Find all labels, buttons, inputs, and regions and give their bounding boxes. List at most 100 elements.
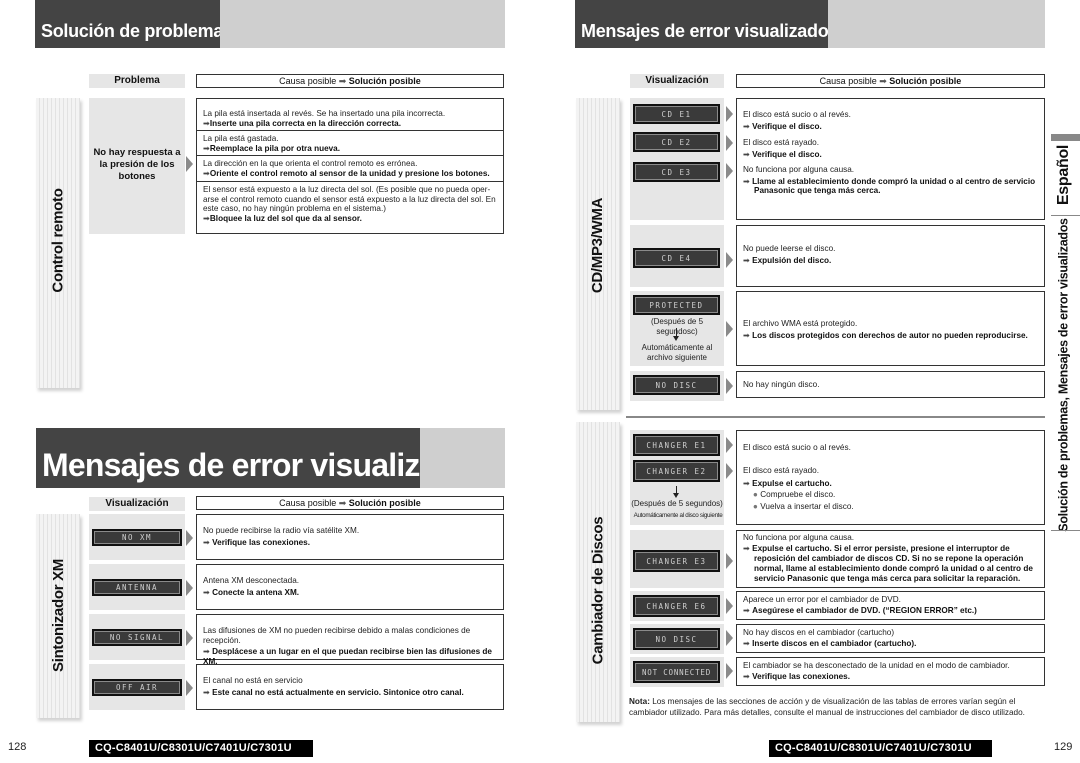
lcd-display: CD E4: [633, 248, 720, 268]
xm-row-text: Antena XM desconectada. ➡ Conecte la ant…: [203, 576, 300, 597]
xm-row-text: Las difusiones de XM no pueden recibirse…: [203, 626, 492, 666]
changer-row-box: Aparece un error por el cambiador de DVD…: [736, 591, 1045, 620]
margin-divider: [1051, 530, 1080, 531]
cd-row-text: No hay ningún disco.: [743, 380, 820, 389]
header-cause-solution: Causa posible ➡ Solución posible: [196, 496, 504, 510]
lcd-display: NO DISC: [633, 628, 720, 650]
arrow-icon: ➡: [203, 213, 210, 223]
arrow-icon: ➡: [743, 255, 753, 265]
model-footer-right: CQ-C8401U/C8301U/C7401U/C7301U: [769, 740, 992, 757]
pointer-icon: [186, 580, 193, 596]
remote-row: El sensor está expuesto a la luz directa…: [197, 181, 503, 223]
lcd-display: CHANGER E6: [633, 595, 720, 617]
lcd-display: CHANGER E1: [633, 434, 720, 456]
changer-row-text: El cambiador se ha desconectado de la un…: [743, 661, 1010, 681]
arrow-icon: ➡: [203, 168, 210, 178]
arrow-icon: ➡: [203, 587, 213, 597]
arrow-icon: ➡: [879, 76, 887, 86]
pointer-icon: [726, 135, 733, 151]
after-5-seconds-note: (Después de 5 segundosc): [650, 317, 704, 336]
remote-row: La pila está insertada al revés. Se ha i…: [203, 109, 446, 128]
side-label-cd-mp3-wma: CD/MP3/WMA: [589, 197, 607, 293]
xm-row-text: El canal no está en servicio ➡ Este cana…: [203, 676, 464, 697]
changer-row-text: No hay discos en el cambiador (cartucho)…: [743, 628, 917, 648]
side-label-sintonizador-xm: Sintonizador XM: [49, 558, 67, 672]
pointer-icon: [726, 106, 733, 122]
lcd-display: CD E3: [633, 162, 720, 182]
pointer-icon: [726, 163, 733, 179]
after-5-seconds-note: (Después de 5 segundos): [631, 499, 723, 508]
arrow-icon: ➡: [743, 149, 753, 159]
model-footer-left: CQ-C8401U/C8301U/C7401U/C7301U: [89, 740, 313, 757]
pointer-icon: [726, 252, 733, 268]
title-bar-filler: [420, 428, 505, 488]
arrow-icon: ➡: [338, 76, 347, 86]
xm-row-box: Las difusiones de XM no pueden recibirse…: [196, 614, 504, 666]
note-label: Nota:: [629, 697, 650, 706]
arrow-icon: ➡: [743, 330, 753, 340]
auto-next-disc-note: Automáticamente al disco siguiente: [633, 512, 723, 519]
lcd-display: NO SIGNAL: [92, 629, 182, 646]
remote-row: La pila está gastada. ➡Reemplace la pila…: [197, 130, 503, 153]
pointer-icon: [726, 553, 733, 569]
header-display: Visualización: [89, 497, 185, 511]
pointer-icon: [186, 630, 193, 646]
changer-row-text: No funciona por alguna causa. ➡ Expulse …: [743, 533, 1033, 583]
lcd-display: CD E2: [633, 132, 720, 152]
right-title-bar: Mensajes de error visualizados: [575, 0, 1045, 48]
arrow-icon: ➡: [203, 143, 210, 153]
pointer-icon: [726, 630, 733, 646]
changer-group-box: El disco está sucio o al revés. El disco…: [736, 430, 1045, 525]
arrow-icon: ➡: [743, 121, 753, 131]
header-cause: Causa posible: [279, 76, 337, 86]
changer-row-text: Aparece un error por el cambiador de DVD…: [743, 595, 977, 615]
pointer-icon: [726, 378, 733, 394]
header-cause-solution: Causa posible ➡ Solución posible: [736, 74, 1045, 88]
xm-row-box: Antena XM desconectada. ➡ Conecte la ant…: [196, 564, 504, 610]
arrow-icon: ➡: [743, 638, 753, 648]
arrow-icon: ➡: [203, 537, 213, 547]
error-title: Mensajes de error visualizados: [36, 428, 492, 488]
header-solution: Solución posible: [348, 76, 421, 86]
header-problem: Problema: [89, 74, 185, 88]
lcd-display: CHANGER E3: [633, 550, 720, 572]
arrow-icon: ➡: [203, 687, 213, 697]
arrow-icon: ➡: [203, 118, 210, 128]
cd-row-box: El archivo WMA está protegido. ➡ Los dis…: [736, 291, 1045, 366]
left-error-title-bar: Mensajes de error visualizados: [36, 428, 505, 488]
lcd-display: NO DISC: [633, 375, 720, 395]
arrow-icon: ➡: [203, 647, 213, 656]
cd-row-text: El disco está rayado. ➡ Verifique el dis…: [743, 138, 822, 159]
lcd-display: CHANGER E2: [633, 460, 720, 482]
changer-row-box: No hay discos en el cambiador (cartucho)…: [736, 624, 1045, 653]
page-number-left: 128: [8, 741, 27, 753]
header-cause-solution: Causa posible ➡ Solución posible: [196, 74, 504, 88]
pointer-icon: [726, 321, 733, 337]
section-divider: [626, 416, 1045, 418]
lcd-display: ANTENNA: [92, 579, 182, 596]
pointer-icon: [726, 663, 733, 679]
margin-divider: [1051, 215, 1080, 216]
left-page-title: Solución de problemas: [35, 0, 233, 48]
lcd-display: OFF AIR: [92, 679, 182, 696]
cd-row-box: No hay ningún disco.: [736, 371, 1045, 398]
pointer-icon: [186, 156, 193, 172]
xm-row-box: No puede recibirse la radio vía satélite…: [196, 514, 504, 560]
side-label-control-remoto: Control remoto: [49, 187, 67, 293]
remote-row: La dirección en la que orienta el contro…: [197, 155, 503, 178]
pointer-icon: [726, 437, 733, 453]
arrow-icon: ➡: [743, 605, 753, 615]
footnote: Nota: Los mensajes de las secciones de a…: [629, 696, 1049, 718]
side-label-cambiador-de-discos: Cambiador de Discos: [589, 516, 607, 664]
xm-row-box: El canal no está en servicio ➡ Este cana…: [196, 664, 504, 710]
cd-row-box: No puede leerse el disco. ➡ Expulsión de…: [736, 225, 1045, 287]
right-page-title: Mensajes de error visualizados: [575, 0, 838, 48]
title-bar-filler: [220, 0, 505, 48]
lcd-display: PROTECTED: [633, 295, 720, 315]
arrow-icon: ➡: [743, 543, 753, 553]
note-text: Los mensajes de las secciones de acción …: [629, 697, 1025, 717]
down-arrow-head: [673, 493, 679, 498]
cd-row-text: No funciona por alguna causa. ➡ Llame al…: [743, 165, 1036, 195]
page-number-right: 129: [1054, 741, 1073, 753]
arrow-icon: ➡: [743, 478, 753, 488]
